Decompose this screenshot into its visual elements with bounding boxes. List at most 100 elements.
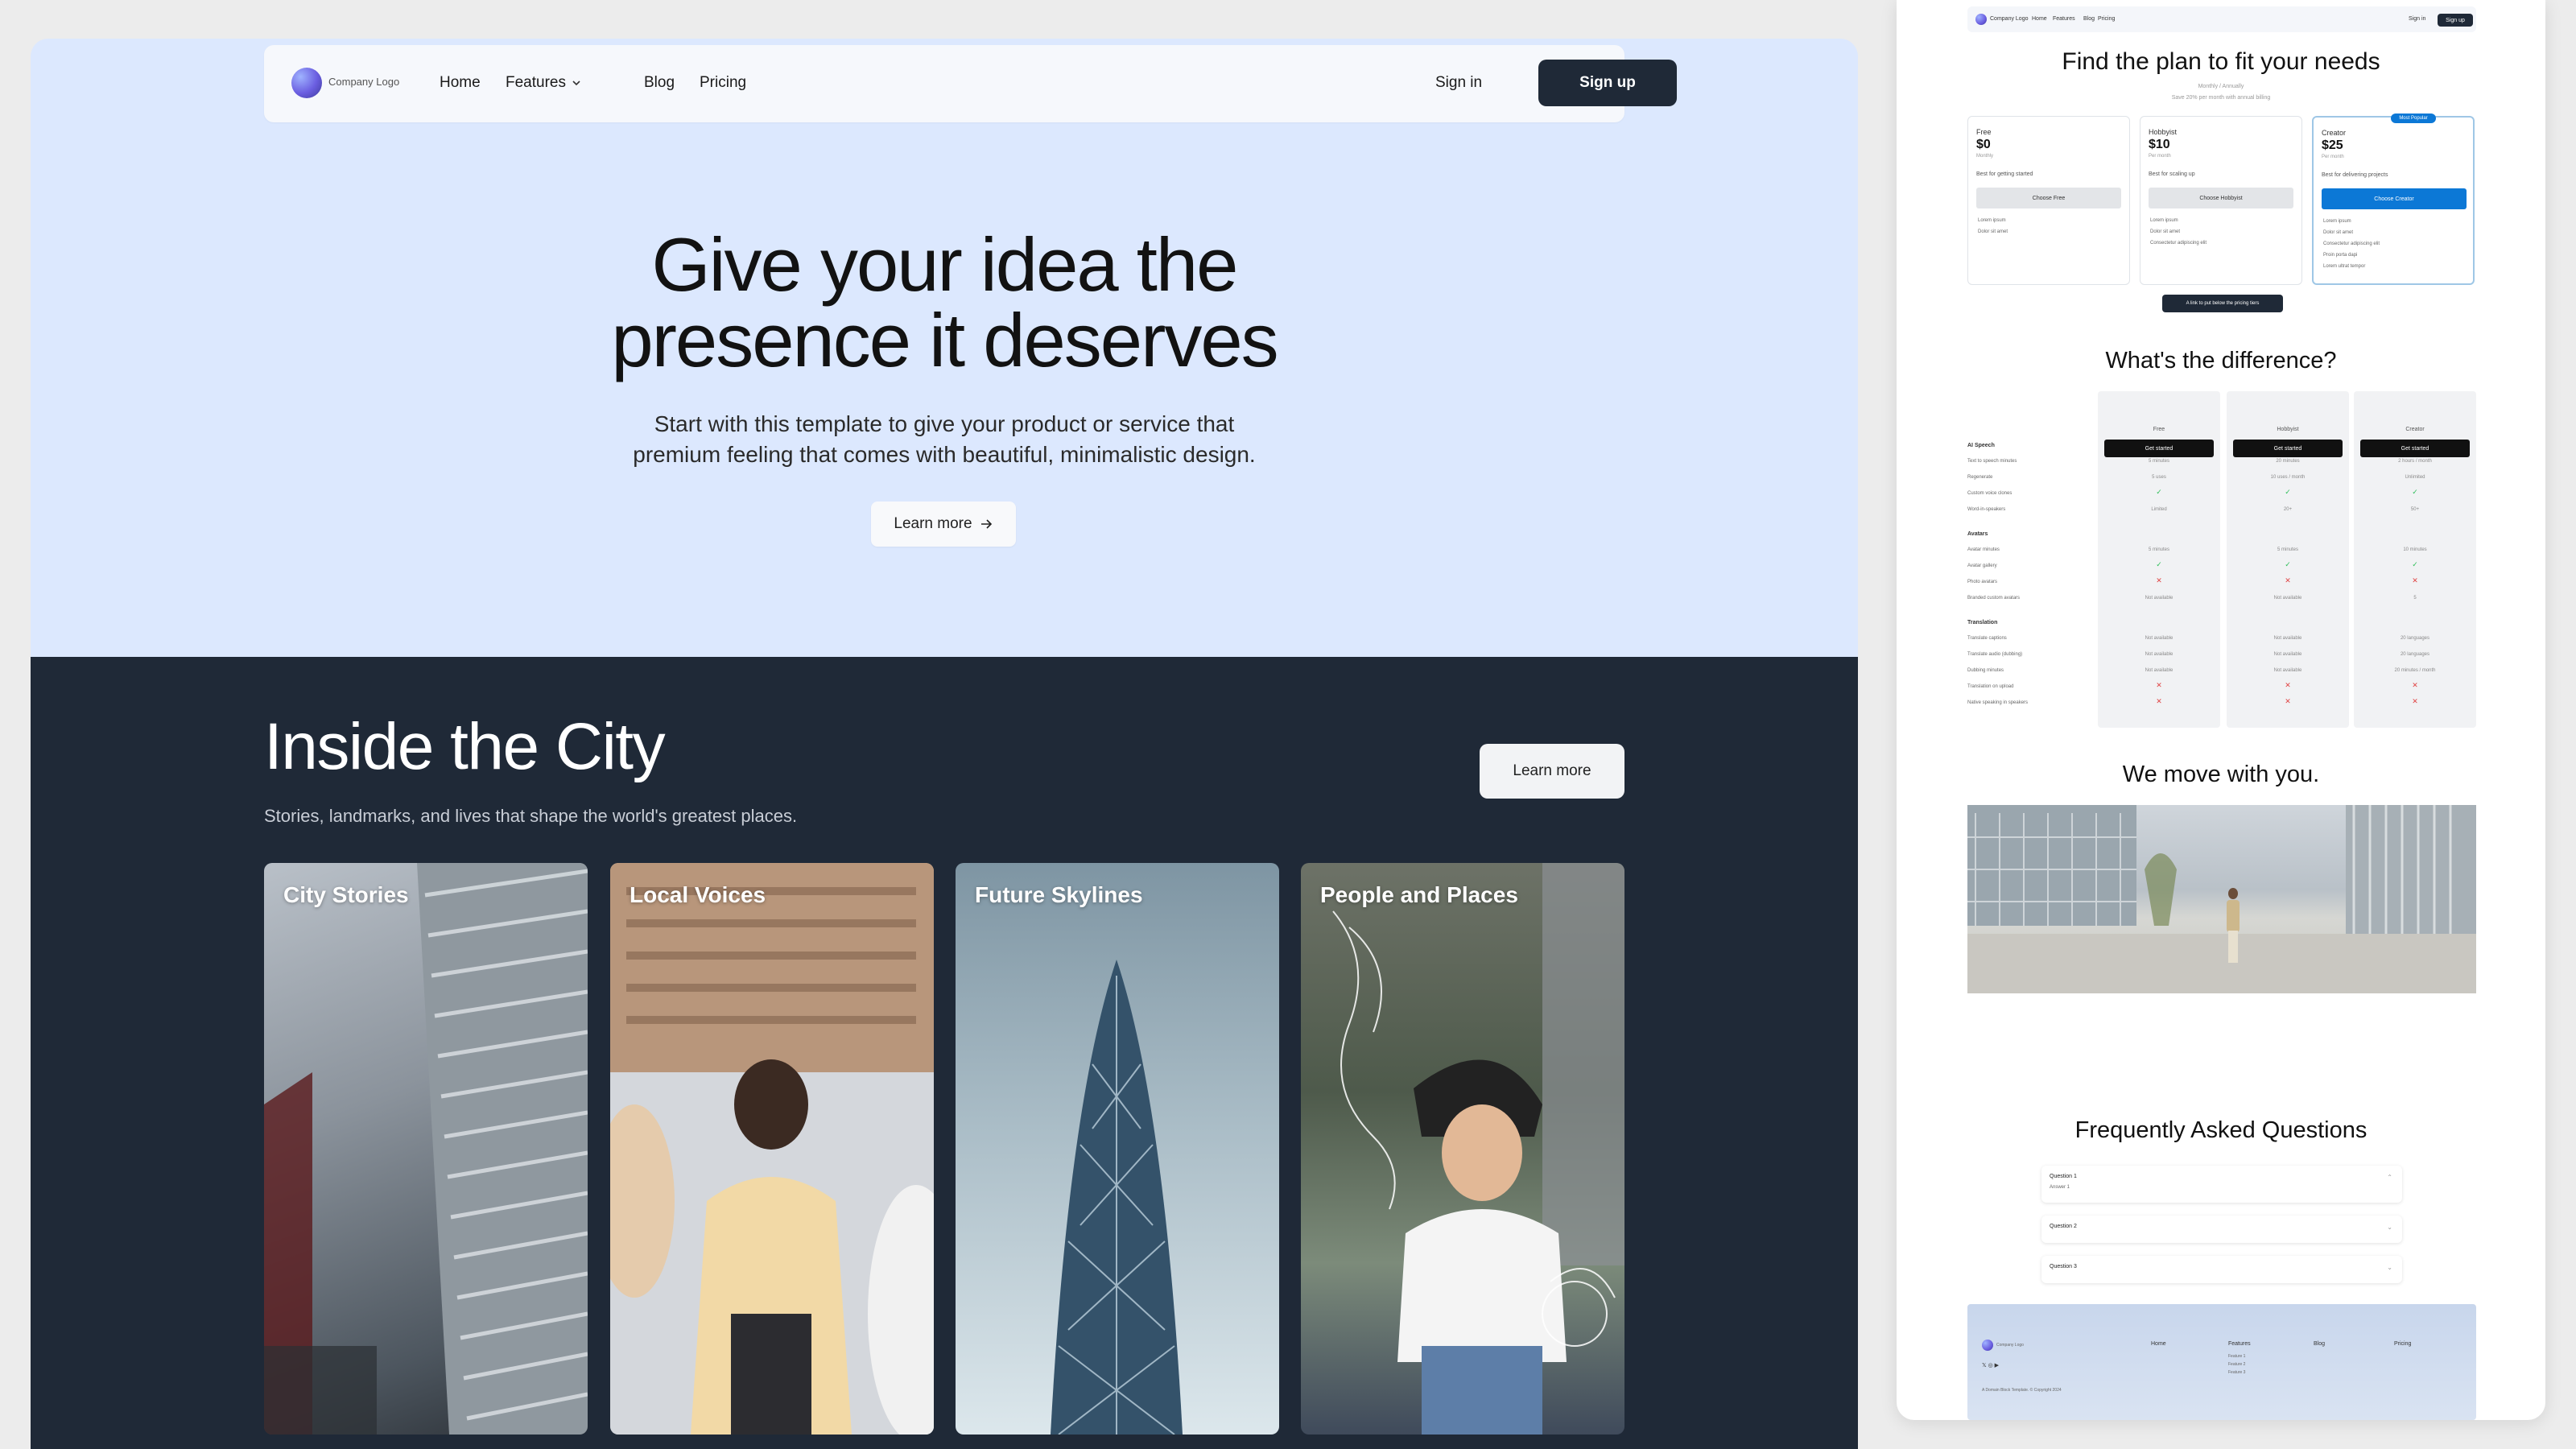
plan-feature: Dolor sit amet <box>1978 229 2008 234</box>
arrow-right-icon <box>980 519 992 529</box>
compare-row-label: Text to speech minutes <box>1967 459 2017 464</box>
preview-logo-text: Company Logo <box>1990 16 2029 22</box>
check-icon: ✓ <box>2156 560 2162 568</box>
compare-column-creator: Creator Get started <box>2354 391 2476 728</box>
hero-learn-more-button[interactable]: Learn more <box>871 502 1016 547</box>
city-subtitle: Stories, landmarks, and lives that shape… <box>264 806 798 826</box>
company-logo-icon[interactable] <box>291 68 322 98</box>
plan-name: Creator <box>2322 129 2347 137</box>
plan-feature: Consectetur adipiscing elit <box>2323 242 2380 246</box>
compare-row-label: Translate captions <box>1967 636 2007 641</box>
plan-price: $25 <box>2322 138 2343 152</box>
faq-question: Question 2 <box>2050 1224 2077 1229</box>
footer-col-pricing: Pricing <box>2394 1341 2412 1347</box>
compare-cell: Not available <box>2145 636 2174 641</box>
faq-answer: Answer 1 <box>2050 1185 2070 1190</box>
plan-choose-button: Choose Hobbyist <box>2149 188 2293 208</box>
footer-col-features: Features <box>2228 1341 2251 1347</box>
nav-blog[interactable]: Blog <box>644 74 675 92</box>
compare-cell: Limited <box>2151 507 2167 512</box>
compare-cell: 50+ <box>2410 507 2420 512</box>
compare-cell: 5 minutes <box>2148 547 2169 552</box>
cross-icon: ✕ <box>2285 697 2291 705</box>
get-started-button: Get started <box>2104 440 2214 457</box>
building-facade-image <box>264 863 588 1435</box>
preview-signin: Sign in <box>2409 16 2426 22</box>
card-label: Local Voices <box>630 882 766 907</box>
hero-title: Give your idea the presence it deserves <box>31 227 1858 378</box>
plan-feature: Lorem ultrat tempor <box>2323 264 2366 269</box>
plan-price: $0 <box>1976 138 1991 151</box>
compare-cell: 20+ <box>2283 507 2293 512</box>
pricing-link-chip: A link to put below the pricing tiers <box>2162 295 2283 312</box>
compare-row-label: Dubbing minutes <box>1967 668 2004 673</box>
page-preview-panel[interactable]: Company Logo Home Features Blog Pricing … <box>1897 0 2545 1420</box>
compare-cell: 20 languages <box>2400 652 2430 657</box>
plan-feature: Proin porta dapi <box>2323 253 2358 258</box>
plan-feature: Lorem ipsum <box>2323 219 2351 224</box>
plan-feature: Dolor sit amet <box>2150 229 2181 234</box>
city-section: Inside the City Stories, landmarks, and … <box>31 657 1858 1449</box>
signup-button[interactable]: Sign up <box>1538 60 1677 106</box>
preview-nav-features: Features <box>2053 16 2075 22</box>
footer-feature-link: Feature 3 <box>2228 1370 2246 1375</box>
compare-row-label: Native speaking in speakers <box>1967 700 2029 705</box>
card-city-stories[interactable]: City Stories <box>264 863 588 1435</box>
plan-feature: Consectetur adipiscing elit <box>2150 241 2207 246</box>
compare-cell: 5 uses <box>2152 475 2166 480</box>
plan-period: Per month <box>2322 155 2344 159</box>
compare-row-label: Custom voice clones <box>1967 491 2013 496</box>
billing-toggle: Monthly / Annually <box>2198 84 2244 89</box>
chevron-down-icon <box>572 80 580 86</box>
compare-row-label: Translate audio (dubbing) <box>1967 652 2023 657</box>
hero-subtitle-line1: Start with this template to give your pr… <box>654 411 1235 436</box>
preview-nav: Company Logo Home Features Blog Pricing … <box>1967 6 2476 32</box>
nav-features[interactable]: Features <box>506 74 582 92</box>
footer-logo-text: Company Logo <box>1996 1343 2024 1348</box>
nav-features-label: Features <box>506 74 566 91</box>
plaza-image <box>1967 805 2476 993</box>
plan-name: Free <box>1976 128 1992 136</box>
top-nav: Company Logo Home Features Blog Pricing … <box>264 45 1677 122</box>
preview-logo-icon <box>1975 14 1987 25</box>
compare-cell: Not available <box>2145 596 2174 601</box>
nav-home[interactable]: Home <box>440 74 481 92</box>
comparison-table: Free Get started Hobbyist Get started Cr… <box>1967 391 2476 728</box>
plan-period: Per month <box>2149 154 2171 159</box>
card-future-skylines[interactable]: Future Skylines <box>956 863 1279 1435</box>
compare-section: Translation <box>1967 620 1998 625</box>
city-learn-more-button[interactable]: Learn more <box>1480 744 1624 799</box>
hero-subtitle-line2: premium feeling that comes with beautifu… <box>633 442 1256 467</box>
woman-street-image <box>1332 863 1624 1435</box>
cross-icon: ✕ <box>2412 697 2418 705</box>
compare-column-header: Creator <box>2405 427 2425 432</box>
faq-item: Question 1 Answer 1 ⌃ <box>2041 1166 2402 1203</box>
compare-cell: 5 minutes <box>2277 547 2298 552</box>
check-icon: ✓ <box>2285 488 2291 496</box>
company-logo-text[interactable]: Company Logo <box>328 76 399 88</box>
compare-cell: Not available <box>2273 636 2302 641</box>
card-people-and-places[interactable]: People and Places <box>1301 863 1624 1435</box>
hero-learn-more-label: Learn more <box>894 515 972 532</box>
card-local-voices[interactable]: Local Voices <box>610 863 934 1435</box>
check-icon: ✓ <box>2156 488 2162 496</box>
compare-row-label: Avatar gallery <box>1967 564 1997 568</box>
compare-row-label: Translation on upload <box>1967 684 2014 689</box>
check-icon: ✓ <box>2412 488 2418 496</box>
plan-description: Best for scaling up <box>2149 171 2195 177</box>
plan-card-free: Free $0 Monthly Best for getting started… <box>1967 116 2130 285</box>
nav-pricing[interactable]: Pricing <box>700 74 746 92</box>
compare-section: Avatars <box>1967 531 1988 537</box>
plan-choose-button: Choose Creator <box>2322 188 2467 209</box>
hero-title-line2: presence it deserves <box>611 298 1278 382</box>
main-page: Company Logo Home Features Blog Pricing … <box>31 39 1858 1449</box>
compare-cell: Not available <box>2145 652 2174 657</box>
compare-cell: 2 hours / month <box>2398 459 2432 464</box>
signin-link[interactable]: Sign in <box>1435 74 1482 92</box>
cross-icon: ✕ <box>2412 576 2418 584</box>
footer-logo-icon <box>1982 1340 1993 1351</box>
compare-cell: Not available <box>2273 652 2302 657</box>
compare-cell: Not available <box>2273 668 2302 673</box>
compare-cell: 20 languages <box>2400 636 2430 641</box>
compare-cell: 5 <box>2413 596 2417 601</box>
